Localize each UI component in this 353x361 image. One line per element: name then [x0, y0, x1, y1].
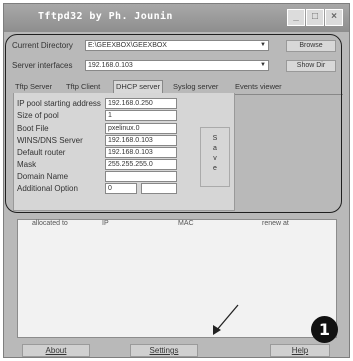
- arrow-icon: [213, 304, 239, 335]
- callout-badge: 1: [311, 316, 338, 343]
